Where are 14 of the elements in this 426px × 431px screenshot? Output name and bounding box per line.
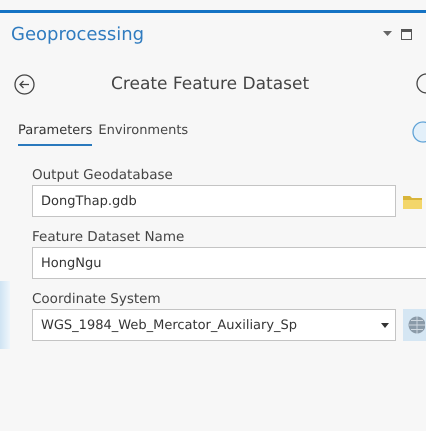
back-icon[interactable] <box>14 74 35 94</box>
parameter-label: Coordinate System <box>32 290 162 309</box>
tab[interactable]: Environments <box>98 118 188 146</box>
input-field[interactable]: DongThap.gdb <box>32 185 396 217</box>
tool-title: Create Feature Dataset <box>111 74 310 94</box>
dropdown-caret-icon[interactable] <box>383 31 392 37</box>
tab[interactable]: Parameters <box>18 118 92 146</box>
input-field[interactable]: HongNgu <box>32 247 426 279</box>
parameter-label: Feature Dataset Name <box>32 228 186 247</box>
pane-title: Geoprocessing <box>11 24 144 44</box>
dropdown[interactable]: WGS_1984_Web_Mercator_Auxiliary_Sp <box>32 309 396 341</box>
restore-icon[interactable] <box>401 28 412 40</box>
parameter-label: Output Geodatabase <box>32 166 174 185</box>
caret-icon <box>381 322 389 328</box>
